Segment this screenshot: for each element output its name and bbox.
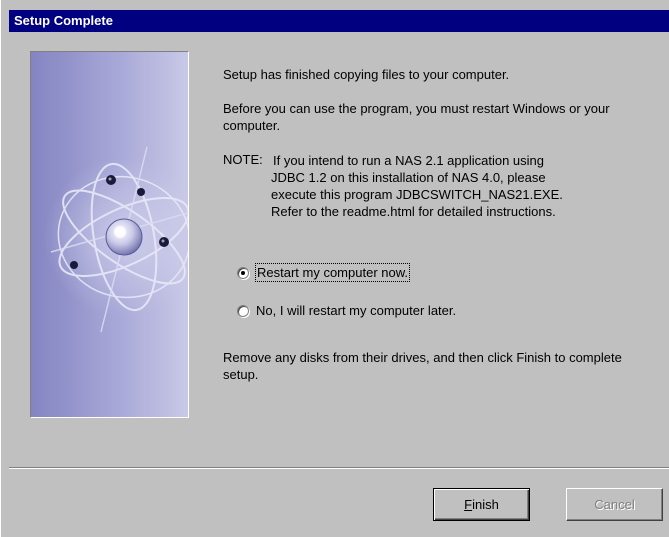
side-panel-graphic	[30, 51, 189, 418]
note-line: Refer to the readme.html for detailed in…	[271, 204, 556, 219]
finish-label: inish	[472, 497, 499, 512]
note-line: execute this program JDBCSWITCH_NAS21.EX…	[271, 187, 563, 202]
separator	[9, 467, 669, 469]
restart-now-option[interactable]: Restart my computer now.	[237, 263, 410, 282]
cancel-button[interactable]: Cancel	[566, 488, 663, 521]
restart-now-label[interactable]: Restart my computer now.	[255, 263, 410, 282]
finish-button[interactable]: Finish	[433, 488, 530, 521]
setup-complete-dialog: Setup Complete Setup has finished copyin…	[0, 0, 669, 537]
radio-selected-icon[interactable]	[237, 266, 249, 279]
note-line: If you intend to run a NAS 2.1 applicati…	[273, 153, 545, 168]
title-bar: Setup Complete	[9, 10, 669, 32]
note-label: NOTE:	[223, 152, 263, 167]
radio-unselected-icon[interactable]	[237, 304, 249, 317]
finish-mnemonic: F	[464, 497, 473, 512]
restart-later-label[interactable]: No, I will restart my computer later.	[256, 302, 456, 319]
restart-needed-message: Before you can use the program, you must…	[223, 101, 610, 133]
restart-later-option[interactable]: No, I will restart my computer later.	[237, 302, 456, 319]
copied-message: Setup has finished copying files to your…	[223, 67, 510, 82]
remove-disks-message: Remove any disks from their drives, and …	[223, 350, 622, 382]
atom-orbit-graphic	[31, 52, 188, 417]
note-line: JDBC 1.2 on this installation of NAS 4.0…	[271, 170, 546, 185]
window-title: Setup Complete	[14, 13, 113, 28]
